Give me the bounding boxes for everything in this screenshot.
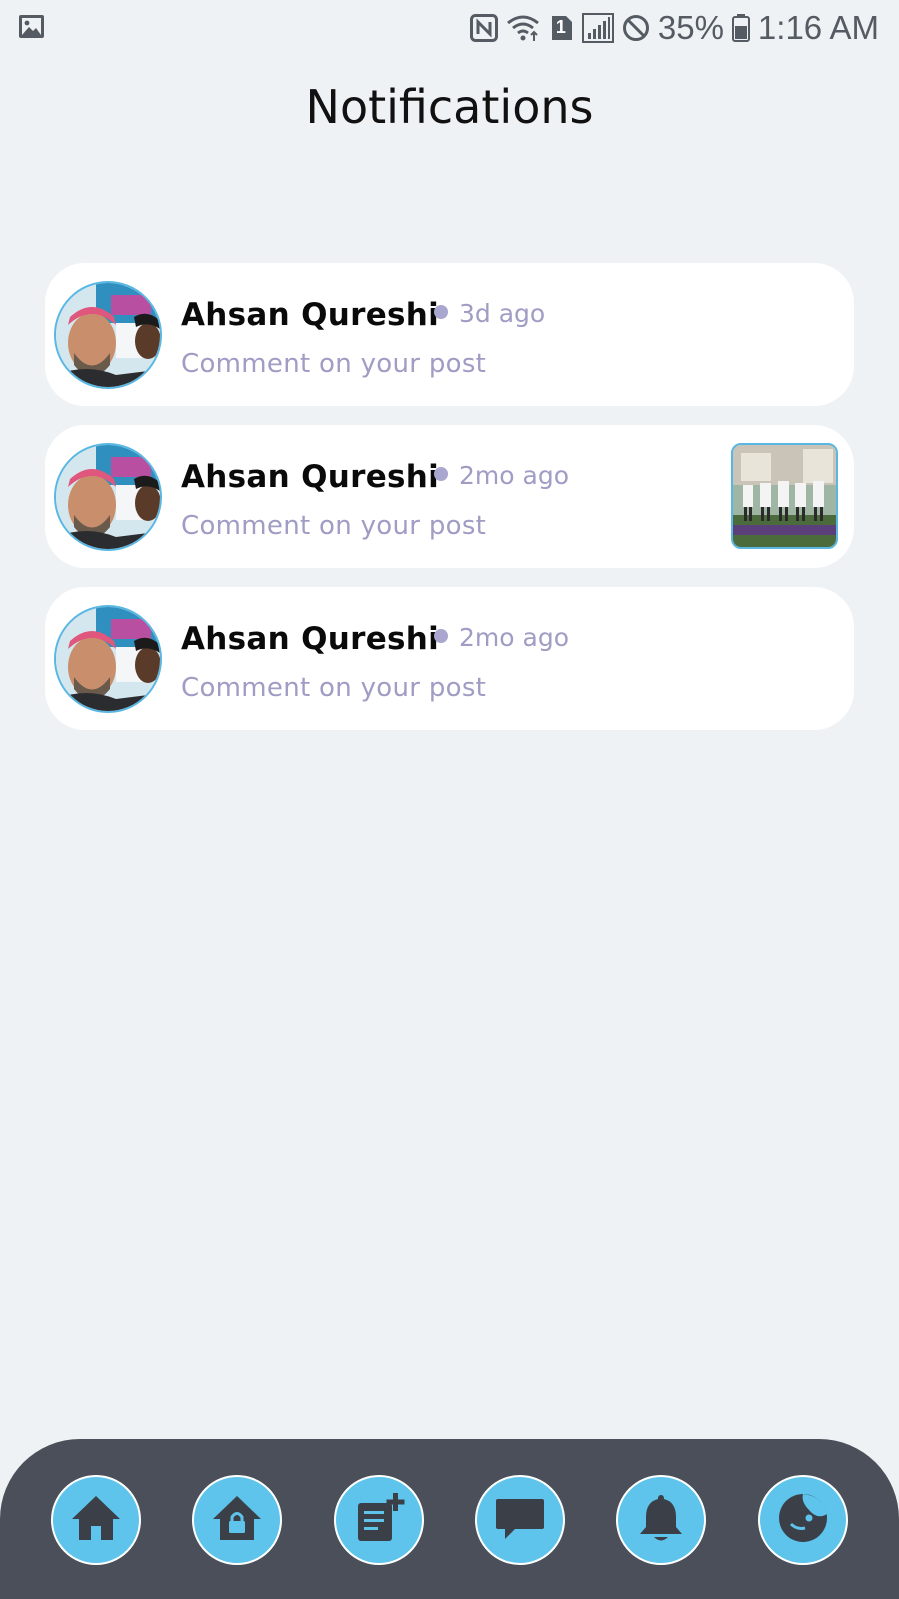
nav-private-home-button[interactable] [192, 1475, 282, 1565]
page-title: Notifications [305, 80, 594, 134]
separator-dot [434, 305, 448, 319]
post-thumbnail[interactable] [731, 443, 838, 549]
notification-item[interactable]: Ahsan Qureshi 3d ago Comment on your pos… [45, 263, 854, 406]
notification-author[interactable]: Ahsan Qureshi [181, 297, 439, 333]
notification-item[interactable]: Ahsan Qureshi 2mo ago Comment on your po… [45, 425, 854, 568]
clock: 1:16 AM [757, 9, 879, 46]
status-bar: 1 35% 1:16 AM [0, 0, 899, 56]
gallery-icon [18, 14, 45, 43]
add-post-icon [352, 1491, 406, 1549]
separator-dot [434, 629, 448, 643]
notification-message: Comment on your post [181, 673, 487, 703]
nfc-icon [469, 14, 498, 42]
bell-icon [636, 1491, 686, 1549]
notification-message: Comment on your post [181, 349, 487, 379]
home-icon [69, 1493, 123, 1547]
avatar[interactable] [54, 605, 162, 713]
notification-author[interactable]: Ahsan Qureshi [181, 621, 439, 657]
bottom-nav [0, 1439, 899, 1599]
sim-slot-label: 1 [555, 17, 566, 37]
nav-home-button[interactable] [51, 1475, 141, 1565]
avatar[interactable] [54, 281, 162, 389]
notification-list: Ahsan Qureshi 3d ago Comment on your pos… [45, 263, 854, 749]
notification-item[interactable]: Ahsan Qureshi 2mo ago Comment on your po… [45, 587, 854, 730]
notification-time: 2mo ago [459, 623, 569, 652]
wifi-icon [506, 14, 542, 42]
notification-author[interactable]: Ahsan Qureshi [181, 459, 439, 495]
avatar[interactable] [54, 443, 162, 551]
lock-home-icon [210, 1493, 264, 1547]
nav-profile-button[interactable] [758, 1475, 848, 1565]
battery-percent: 35% [657, 9, 724, 46]
battery-icon [731, 14, 750, 42]
profile-icon [773, 1488, 833, 1552]
do-not-disturb-icon [622, 14, 650, 42]
nav-notifications-button[interactable] [616, 1475, 706, 1565]
notification-time: 2mo ago [459, 461, 569, 490]
nav-create-post-button[interactable] [334, 1475, 424, 1565]
signal-icon [581, 13, 614, 43]
notification-time: 3d ago [459, 299, 546, 328]
nav-messages-button[interactable] [475, 1475, 565, 1565]
separator-dot [434, 467, 448, 481]
sim-icon: 1 [550, 14, 574, 42]
notification-message: Comment on your post [181, 511, 487, 541]
chat-icon [493, 1493, 547, 1547]
